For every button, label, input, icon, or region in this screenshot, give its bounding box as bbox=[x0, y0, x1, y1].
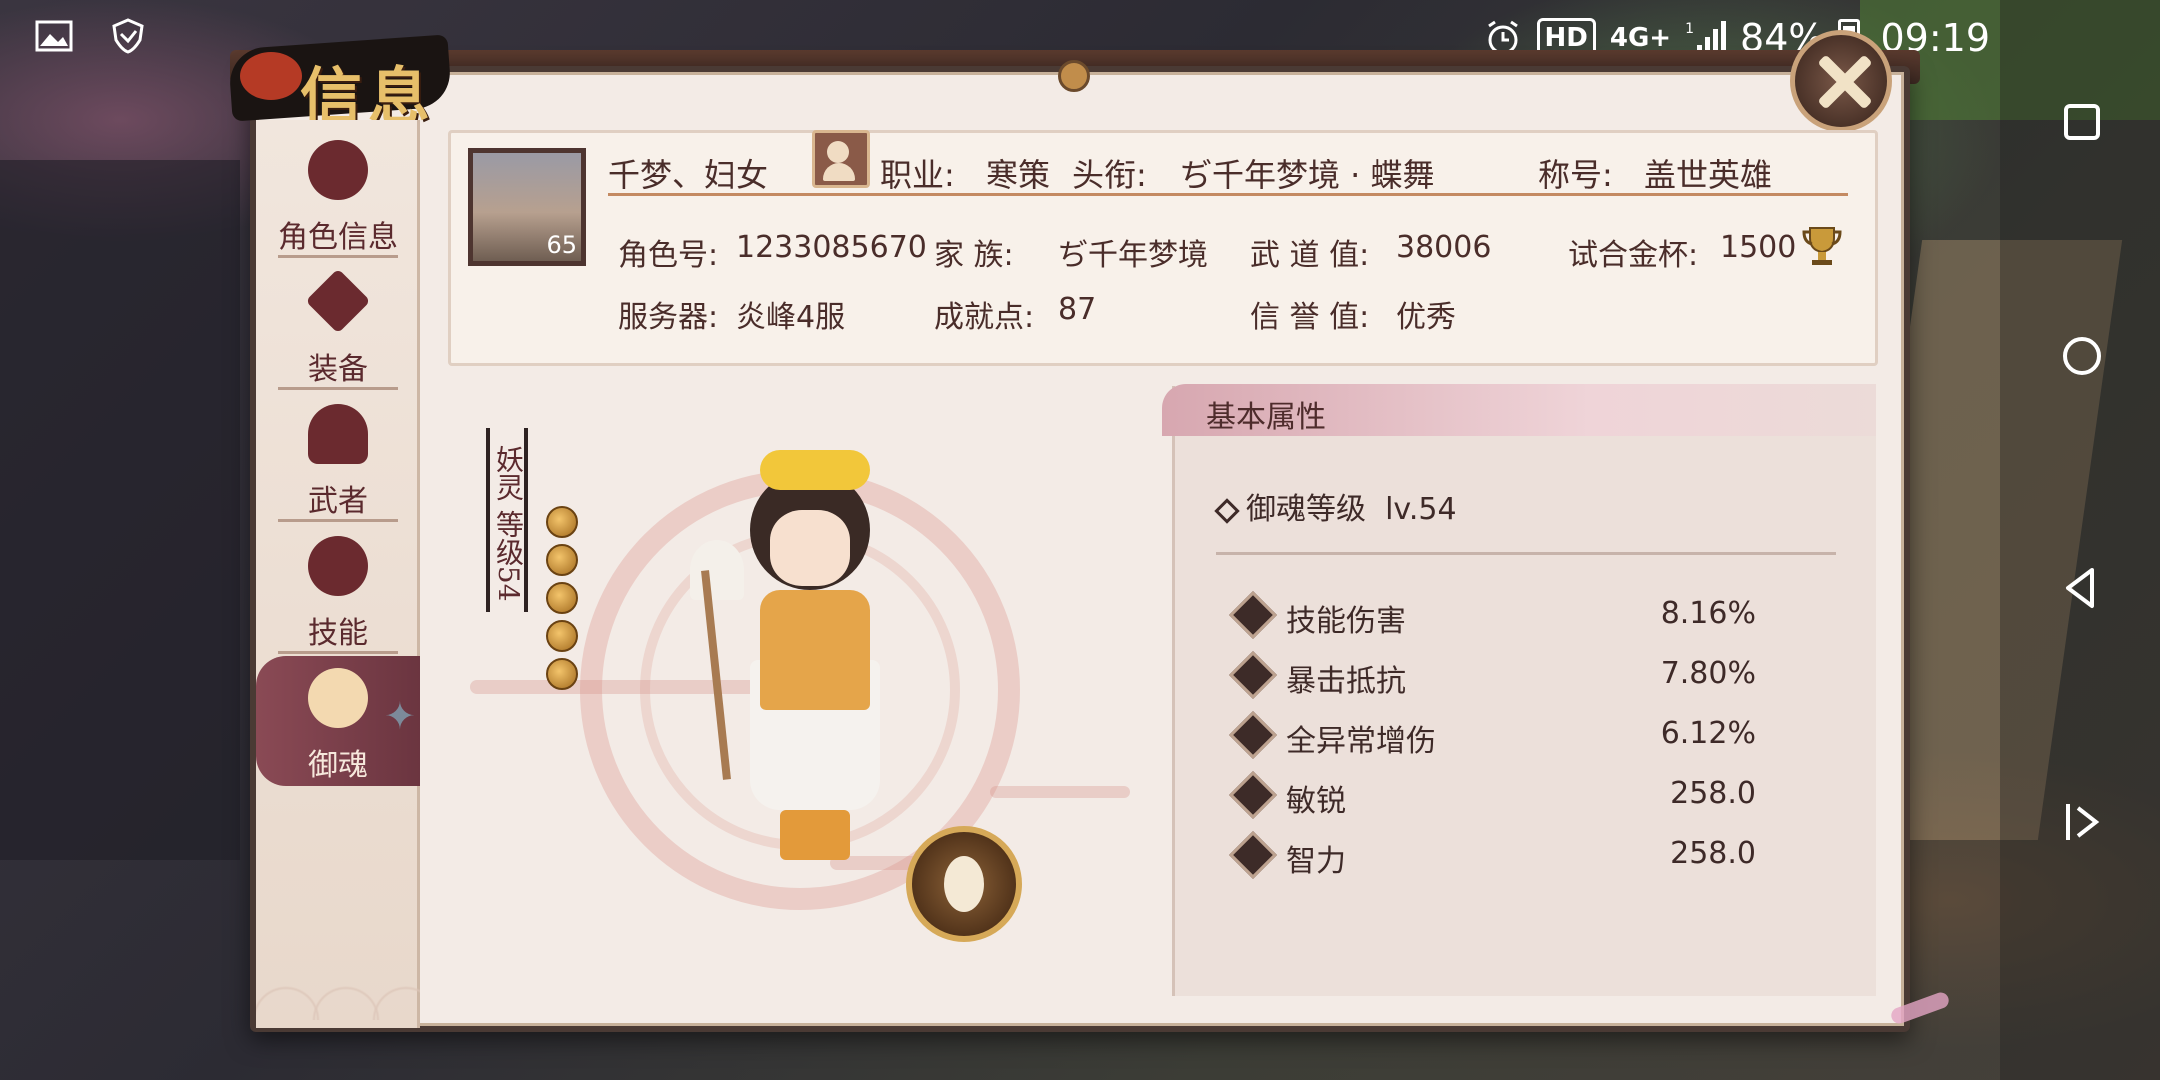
sidebar-item-skill[interactable]: 技能 bbox=[256, 524, 420, 654]
stat-row: 敏锐 258.0 bbox=[1228, 770, 1756, 822]
panel-ornament bbox=[1058, 60, 1090, 92]
stat-name: 技能伤害 bbox=[1286, 604, 1406, 639]
equipment-swords-icon bbox=[305, 268, 371, 334]
nav-toggle-button[interactable] bbox=[2060, 800, 2104, 844]
close-button[interactable] bbox=[1790, 30, 1892, 132]
martial-label: 武 道 值: bbox=[1250, 238, 1370, 273]
sidebar-item-label: 武者 bbox=[308, 484, 368, 519]
achievement-value: 87 bbox=[1058, 292, 1097, 327]
server-label: 服务器: bbox=[618, 300, 719, 335]
soul-character-model[interactable] bbox=[690, 450, 940, 870]
soul-orb-icon bbox=[546, 582, 578, 614]
stat-row: 全异常增伤 6.12% bbox=[1228, 710, 1756, 762]
rank-label: 头衔: bbox=[1072, 156, 1147, 194]
clan-label: 家 族: bbox=[934, 238, 1014, 273]
skill-swirl-icon bbox=[308, 536, 368, 596]
stat-value: 258.0 bbox=[1670, 776, 1756, 811]
sidebar-item-label: 御魂 bbox=[308, 748, 368, 783]
clan-value: ぢ千年梦境 bbox=[1058, 238, 1208, 273]
cup-label: 试合金杯: bbox=[1568, 238, 1699, 273]
attributes-title: 基本属性 bbox=[1206, 400, 1326, 435]
soul-fox-icon bbox=[308, 668, 368, 728]
soul-orb-icon bbox=[546, 506, 578, 538]
stat-value: 6.12% bbox=[1660, 716, 1756, 751]
add-friend-icon[interactable] bbox=[812, 130, 870, 188]
avatar[interactable]: 65 bbox=[468, 148, 586, 266]
sidebar-item-warrior[interactable]: 武者 bbox=[256, 392, 420, 522]
martial-value: 38006 bbox=[1396, 230, 1492, 265]
soul-orbs bbox=[546, 506, 578, 696]
divider bbox=[1216, 552, 1836, 555]
role-id-label: 角色号: bbox=[618, 238, 719, 273]
soul-orb-icon bbox=[546, 544, 578, 576]
achievement-label: 成就点: bbox=[934, 300, 1035, 335]
brush-stroke bbox=[990, 786, 1130, 798]
rank-value: ぢ千年梦境 · 蝶舞 bbox=[1180, 156, 1435, 194]
stat-value: 258.0 bbox=[1670, 836, 1756, 871]
soul-orb-icon bbox=[546, 620, 578, 652]
soul-portrait-button[interactable] bbox=[906, 826, 1022, 942]
class-value: 寒策 bbox=[986, 156, 1051, 194]
sidebar-item-equipment[interactable]: 装备 bbox=[256, 260, 420, 390]
signal-count: 1 bbox=[1685, 21, 1695, 37]
stat-name: 暴击抵抗 bbox=[1286, 664, 1406, 699]
server-value: 炎峰4服 bbox=[736, 300, 846, 335]
stat-value: 7.80% bbox=[1660, 656, 1756, 691]
shuriken-indicator-icon: ✦ bbox=[384, 694, 416, 738]
stat-name: 智力 bbox=[1286, 844, 1346, 879]
sidebar-item-label: 技能 bbox=[308, 616, 368, 651]
role-id-value: 1233085670 bbox=[736, 230, 927, 265]
home-button[interactable] bbox=[2060, 334, 2104, 378]
stat-name: 全异常增伤 bbox=[1286, 724, 1436, 759]
window-title-badge: 信息 bbox=[190, 22, 490, 133]
recent-apps-button[interactable] bbox=[2060, 100, 2104, 144]
shield-icon bbox=[112, 18, 144, 54]
cup-value: 1500 bbox=[1720, 230, 1797, 265]
debuff-damage-icon bbox=[1228, 710, 1278, 760]
soul-level-row: 御魂等级 lv.54 bbox=[1214, 484, 1457, 528]
class-label: 职业: bbox=[880, 156, 955, 194]
network-type: 4G+ bbox=[1609, 23, 1672, 53]
stat-value: 8.16% bbox=[1660, 596, 1756, 631]
credit-value: 优秀 bbox=[1396, 300, 1456, 335]
avatar-level: 65 bbox=[546, 231, 577, 259]
warrior-helmet-icon bbox=[308, 404, 368, 464]
soul-level-value: lv.54 bbox=[1385, 492, 1457, 527]
diamond-bullet-icon bbox=[1214, 497, 1240, 524]
intelligence-icon bbox=[1228, 830, 1278, 880]
stat-row: 智力 258.0 bbox=[1228, 830, 1756, 882]
title-label: 称号: bbox=[1538, 156, 1613, 194]
character-info-icon bbox=[308, 140, 368, 200]
profile-title-row: 千梦、妇女 职业: 寒策 头衔: ぢ千年梦境 · 蝶舞 称号: 盖世英雄 bbox=[608, 146, 1848, 196]
credit-label: 信 誉 值: bbox=[1250, 300, 1370, 335]
sidebar-item-label: 角色信息 bbox=[278, 220, 398, 255]
soul-level-label: 御魂等级 bbox=[1246, 492, 1366, 527]
crit-resist-icon bbox=[1228, 650, 1278, 700]
player-name: 千梦、妇女 bbox=[608, 156, 769, 194]
back-button[interactable] bbox=[2060, 566, 2104, 610]
gallery-icon bbox=[35, 20, 73, 52]
skill-damage-icon bbox=[1228, 590, 1278, 640]
soul-type-level-label: 妖灵 等级54 bbox=[486, 428, 528, 612]
stat-row: 暴击抵抗 7.80% bbox=[1228, 650, 1756, 702]
soul-orb-icon bbox=[546, 658, 578, 690]
agility-icon bbox=[1228, 770, 1278, 820]
stat-row: 技能伤害 8.16% bbox=[1228, 590, 1756, 642]
stat-name: 敏锐 bbox=[1286, 784, 1346, 819]
system-nav-bar bbox=[2000, 0, 2160, 1080]
title-value: 盖世英雄 bbox=[1644, 156, 1773, 194]
sidebar-item-character-info[interactable]: 角色信息 bbox=[256, 128, 420, 258]
sidebar-item-label: 装备 bbox=[308, 352, 368, 387]
wave-decoration bbox=[256, 860, 420, 1020]
trophy-icon bbox=[1802, 227, 1842, 265]
